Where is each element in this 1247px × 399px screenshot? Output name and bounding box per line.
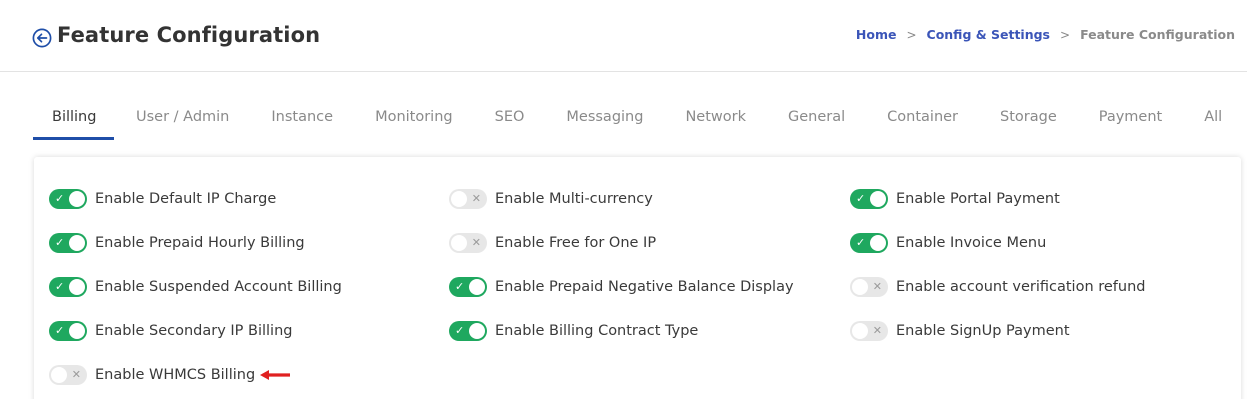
setting-default-ip-charge: ✓ Enable Default IP Charge: [49, 188, 276, 210]
breadcrumb-config-settings-link[interactable]: Config & Settings: [927, 27, 1050, 42]
toggle-knob: [451, 235, 467, 251]
tab-network[interactable]: Network: [685, 100, 746, 140]
page-title: Feature Configuration: [57, 23, 321, 47]
free-for-one-ip-toggle[interactable]: ✕: [449, 233, 487, 253]
toggle-knob: [69, 323, 85, 339]
setting-prepaid-hourly-billing: ✓ Enable Prepaid Hourly Billing: [49, 232, 305, 254]
toggle-knob: [852, 323, 868, 339]
x-icon: ✕: [71, 368, 81, 381]
x-icon: ✕: [872, 280, 882, 293]
setting-label: Enable Free for One IP: [495, 235, 657, 251]
toggle-knob: [69, 235, 85, 251]
x-icon: ✕: [872, 324, 882, 337]
tab-container[interactable]: Container: [887, 100, 958, 140]
setting-label: Enable Portal Payment: [896, 191, 1060, 207]
check-icon: ✓: [55, 236, 65, 249]
toggle-knob: [69, 191, 85, 207]
setting-label: Enable SignUp Payment: [896, 323, 1070, 339]
setting-multi-currency: ✕ Enable Multi-currency: [449, 188, 653, 210]
toggle-knob: [469, 279, 485, 295]
toggle-knob: [69, 279, 85, 295]
tab-instance[interactable]: Instance: [271, 100, 333, 140]
breadcrumb-current: Feature Configuration: [1080, 27, 1235, 42]
tab-billing[interactable]: Billing: [33, 100, 114, 140]
setting-account-verification-refund: ✕ Enable account verification refund: [850, 276, 1146, 298]
breadcrumb-separator: >: [906, 27, 917, 42]
toggle-knob: [852, 279, 868, 295]
setting-label: Enable account verification refund: [896, 279, 1146, 295]
multi-currency-toggle[interactable]: ✕: [449, 189, 487, 209]
setting-whmcs-billing: ✕ Enable WHMCS Billing: [49, 364, 291, 386]
setting-billing-contract-type: ✓ Enable Billing Contract Type: [449, 320, 698, 342]
back-arrow-icon[interactable]: [32, 28, 52, 48]
setting-label: Enable Billing Contract Type: [495, 323, 699, 339]
setting-label: Enable Secondary IP Billing: [95, 323, 293, 339]
setting-suspended-account-billing: ✓ Enable Suspended Account Billing: [49, 276, 342, 298]
tab-storage[interactable]: Storage: [1000, 100, 1057, 140]
check-icon: ✓: [455, 324, 465, 337]
setting-label: Enable Suspended Account Billing: [95, 279, 342, 295]
tab-messaging[interactable]: Messaging: [566, 100, 643, 140]
setting-signup-payment: ✕ Enable SignUp Payment: [850, 320, 1070, 342]
setting-label: Enable Prepaid Hourly Billing: [95, 235, 305, 251]
default-ip-charge-toggle[interactable]: ✓: [49, 189, 87, 209]
x-icon: ✕: [471, 192, 481, 205]
setting-label: Enable Prepaid Negative Balance Display: [495, 279, 794, 295]
tab-general[interactable]: General: [788, 100, 845, 140]
check-icon: ✓: [856, 192, 866, 205]
toggle-knob: [870, 235, 886, 251]
toggle-knob: [51, 367, 67, 383]
tab-payment[interactable]: Payment: [1099, 100, 1162, 140]
feature-tabs: Billing User / Admin Instance Monitoring…: [33, 100, 1222, 140]
toggle-knob: [451, 191, 467, 207]
billing-contract-type-toggle[interactable]: ✓: [449, 321, 487, 341]
setting-secondary-ip-billing: ✓ Enable Secondary IP Billing: [49, 320, 293, 342]
check-icon: ✓: [455, 280, 465, 293]
setting-invoice-menu: ✓ Enable Invoice Menu: [850, 232, 1046, 254]
billing-settings-panel: ✓ Enable Default IP Charge ✓ Enable Prep…: [34, 157, 1241, 399]
setting-label: Enable Invoice Menu: [896, 235, 1047, 251]
toggle-knob: [870, 191, 886, 207]
breadcrumb-separator: >: [1060, 27, 1071, 42]
check-icon: ✓: [55, 280, 65, 293]
setting-free-for-one-ip: ✕ Enable Free for One IP: [449, 232, 656, 254]
x-icon: ✕: [471, 236, 481, 249]
setting-label: Enable Multi-currency: [495, 191, 653, 207]
check-icon: ✓: [856, 236, 866, 249]
breadcrumb-home-link[interactable]: Home: [856, 27, 897, 42]
page-header: Feature Configuration Home > Config & Se…: [0, 0, 1247, 72]
invoice-menu-toggle[interactable]: ✓: [850, 233, 888, 253]
prepaid-negative-balance-display-toggle[interactable]: ✓: [449, 277, 487, 297]
setting-label: Enable WHMCS Billing: [95, 367, 256, 383]
tab-user-admin[interactable]: User / Admin: [136, 100, 229, 140]
account-verification-refund-toggle[interactable]: ✕: [850, 277, 888, 297]
setting-prepaid-negative-balance-display: ✓ Enable Prepaid Negative Balance Displa…: [449, 276, 794, 298]
prepaid-hourly-billing-toggle[interactable]: ✓: [49, 233, 87, 253]
toggle-knob: [469, 323, 485, 339]
check-icon: ✓: [55, 192, 65, 205]
red-arrow-left-icon: [260, 370, 291, 380]
whmcs-billing-toggle[interactable]: ✕: [49, 365, 87, 385]
check-icon: ✓: [55, 324, 65, 337]
tab-all[interactable]: All: [1204, 100, 1222, 140]
secondary-ip-billing-toggle[interactable]: ✓: [49, 321, 87, 341]
signup-payment-toggle[interactable]: ✕: [850, 321, 888, 341]
tab-monitoring[interactable]: Monitoring: [375, 100, 453, 140]
breadcrumb: Home > Config & Settings > Feature Confi…: [856, 27, 1235, 42]
portal-payment-toggle[interactable]: ✓: [850, 189, 888, 209]
suspended-account-billing-toggle[interactable]: ✓: [49, 277, 87, 297]
tab-seo[interactable]: SEO: [495, 100, 525, 140]
setting-portal-payment: ✓ Enable Portal Payment: [850, 188, 1060, 210]
setting-label: Enable Default IP Charge: [95, 191, 277, 207]
